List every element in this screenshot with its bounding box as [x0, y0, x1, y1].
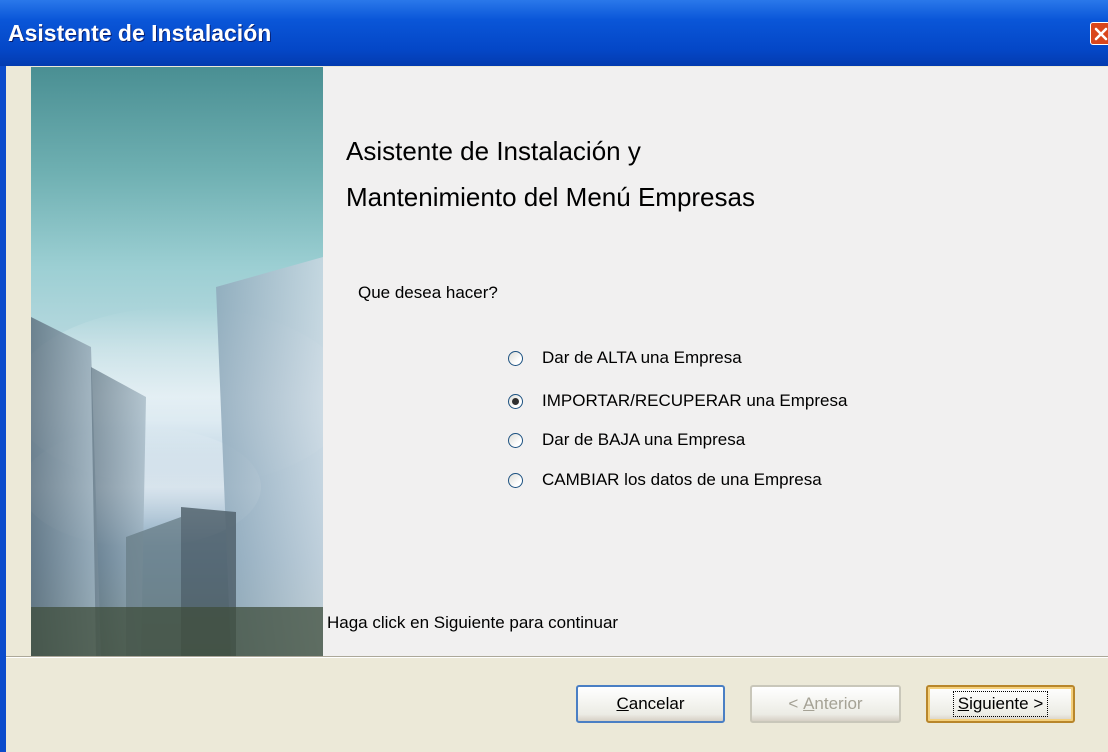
previous-mnemonic: A	[803, 694, 815, 713]
radio-button[interactable]	[508, 350, 523, 366]
title-bar: Asistente de Instalación	[0, 0, 1108, 66]
previous-prefix: <	[788, 694, 804, 713]
previous-button[interactable]: < Anterior	[750, 685, 901, 723]
radio-button[interactable]	[508, 472, 523, 488]
window-title: Asistente de Instalación	[8, 20, 272, 46]
radio-button-selected[interactable]	[508, 393, 523, 409]
close-icon	[1094, 27, 1108, 41]
next-focus-rect: Siguiente >	[952, 691, 1049, 717]
next-button[interactable]: Siguiente >	[926, 685, 1075, 723]
button-bar-separator	[6, 656, 1108, 658]
option-baja[interactable]: Dar de BAJA una Empresa	[508, 427, 745, 453]
next-label: iguiente >	[969, 694, 1044, 713]
cancel-label: ancelar	[628, 694, 685, 713]
option-alta[interactable]: Dar de ALTA una Empresa	[508, 345, 742, 371]
previous-label: nterior	[814, 694, 863, 713]
window-left-frame	[0, 66, 6, 752]
wizard-side-image	[31, 67, 323, 656]
cancel-mnemonic: C	[616, 694, 629, 713]
option-label: CAMBIAR los datos de una Empresa	[542, 470, 822, 489]
option-label: IMPORTAR/RECUPERAR una Empresa	[542, 391, 848, 410]
cancel-button[interactable]: Cancelar	[576, 685, 725, 723]
option-label: Dar de BAJA una Empresa	[542, 430, 746, 449]
close-button[interactable]	[1090, 22, 1108, 45]
next-mnemonic: S	[957, 694, 970, 713]
heading-line-2: Mantenimiento del Menú Empresas	[346, 182, 755, 212]
wizard-heading: Asistente de Instalación y Mantenimiento…	[346, 128, 1066, 220]
option-cambiar[interactable]: CAMBIAR los datos de una Empresa	[508, 467, 822, 493]
radio-button[interactable]	[508, 432, 523, 448]
heading-line-1: Asistente de Instalación y	[346, 136, 641, 166]
option-label: Dar de ALTA una Empresa	[542, 348, 742, 367]
question-label: Que desea hacer?	[358, 283, 498, 302]
continue-hint: Haga click en Siguiente para continuar	[327, 613, 619, 632]
option-importar-recuperar[interactable]: IMPORTAR/RECUPERAR una Empresa	[508, 388, 847, 414]
